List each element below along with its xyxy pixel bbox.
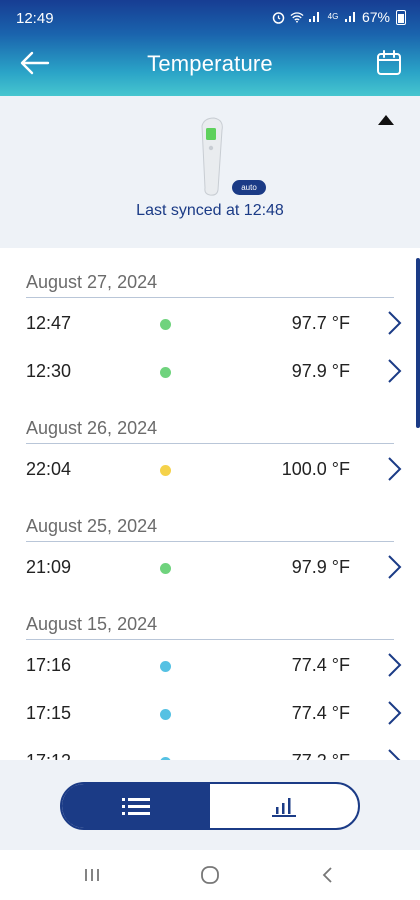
reading-time: 12:30 (26, 361, 72, 381)
reading-time: 17:12 (26, 751, 71, 760)
system-nav-bar (0, 850, 420, 900)
header: 12:49 4G 67% Temperature (0, 0, 420, 96)
app-bar: Temperature (0, 36, 420, 92)
calendar-icon (377, 50, 401, 75)
chevron-right-icon (388, 749, 401, 760)
chevron-right-icon (388, 359, 402, 383)
reading-value: 97.7 °F (291, 313, 350, 333)
view-toggle (60, 782, 360, 830)
home-circle-icon (201, 866, 219, 884)
reading-value: 77.2 °F (292, 751, 350, 760)
calendar-button[interactable] (374, 48, 404, 78)
day-group: August 15, 2024 17:16 77.4 °F 17:15 77.4… (0, 590, 420, 760)
page-title: Temperature (147, 51, 273, 76)
auto-badge: auto (232, 180, 266, 195)
chevron-right-icon (388, 457, 402, 481)
records-list[interactable]: August 27, 2024 12:47 97.7 °F 12:30 97.9… (0, 248, 420, 760)
reading-value: 100.0 °F (281, 459, 350, 479)
reading-time: 21:09 (26, 557, 72, 577)
reading-value: 77.4 °F (291, 703, 350, 723)
date-header: August 27, 2024 (26, 248, 394, 298)
battery-percent: 67% (361, 9, 390, 25)
status-dot (160, 319, 171, 330)
reading-time: 17:16 (26, 655, 72, 675)
bar-chart-icon (272, 798, 296, 817)
status-dot (160, 709, 171, 720)
triangle-up-icon (378, 115, 394, 125)
wifi-icon (290, 10, 304, 24)
reading-row[interactable]: 17:12 77.2 °F (26, 736, 420, 760)
home-button[interactable] (198, 864, 222, 886)
reading-row[interactable]: 21:09 97.9 °F (26, 542, 420, 590)
device-panel: auto Last synced at 12:48 (0, 96, 420, 248)
chevron-left-icon (322, 867, 332, 883)
reading-value: 97.9 °F (291, 361, 350, 381)
reading-time: 17:15 (26, 703, 72, 723)
chevron-right-icon (388, 701, 402, 725)
date-header: August 15, 2024 (26, 590, 394, 640)
day-group: August 27, 2024 12:47 97.7 °F 12:30 97.9… (0, 248, 420, 394)
reading-row[interactable]: 17:16 77.4 °F (26, 640, 420, 688)
system-back-button[interactable] (316, 864, 340, 886)
collapse-button[interactable] (378, 112, 394, 125)
status-time: 12:49 (16, 10, 54, 27)
status-dot (160, 661, 171, 672)
reading-row[interactable]: 12:47 97.7 °F (26, 298, 420, 346)
chart-view-button[interactable] (210, 784, 358, 828)
status-dot (160, 563, 171, 574)
chevron-right-icon (388, 653, 402, 677)
reading-row[interactable]: 17:15 77.4 °F (26, 688, 420, 736)
chevron-right-icon (388, 311, 402, 335)
recent-apps-icon (85, 869, 99, 881)
alarm-icon (272, 10, 286, 24)
view-toggle-area (0, 760, 420, 850)
reading-time: 22:04 (26, 459, 72, 479)
list-icon (122, 798, 150, 815)
last-synced-text: Last synced at 12:48 (136, 202, 284, 219)
status-dot (160, 465, 171, 476)
day-group: August 26, 2024 22:04 100.0 °F (0, 394, 420, 492)
list-view-button[interactable] (62, 784, 210, 828)
signal-icon (344, 10, 358, 24)
thermometer-device-image (201, 117, 223, 196)
day-group: August 25, 2024 21:09 97.9 °F (0, 492, 420, 590)
reading-row[interactable]: 22:04 100.0 °F (26, 444, 420, 492)
volte-icon: 4G (327, 12, 339, 21)
date-header: August 25, 2024 (26, 492, 394, 542)
battery-icon (396, 9, 406, 25)
status-icons: 4G 67% (272, 9, 406, 25)
status-bar: 12:49 4G 67% (0, 0, 420, 36)
reading-row[interactable]: 12:30 97.9 °F (26, 346, 420, 394)
reading-value: 97.9 °F (291, 557, 350, 577)
status-dot (160, 367, 171, 378)
recent-apps-button[interactable] (80, 864, 104, 886)
reading-time: 12:47 (26, 313, 72, 333)
chevron-right-icon (388, 555, 402, 579)
signal-icon (308, 10, 322, 24)
date-header: August 26, 2024 (26, 394, 394, 444)
reading-value: 77.4 °F (291, 655, 350, 675)
